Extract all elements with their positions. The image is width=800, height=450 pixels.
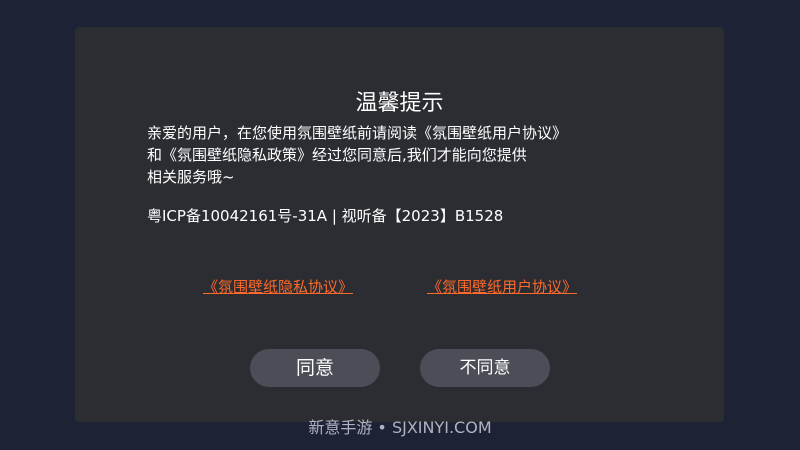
privacy-agreement-link[interactable]: 《氛围壁纸隐私协议》 xyxy=(203,276,353,298)
user-agreement-link[interactable]: 《氛围壁纸用户协议》 xyxy=(427,276,577,298)
watermark-text: 新意手游 • SJXINYI.COM xyxy=(308,418,492,437)
notice-line: 相关服务哦~ xyxy=(147,168,235,186)
notice-text: 亲爱的用户，在您使用氛围壁纸前请阅读《氛围壁纸用户协议》 和《氛围壁纸隐私政策》… xyxy=(147,122,657,188)
dialog-title: 温馨提示 xyxy=(355,91,444,116)
icp-record-text: 粤ICP备10042161号-31A | 视听备【2023】B1528 xyxy=(147,207,504,225)
agree-button[interactable]: 同意 xyxy=(250,349,380,387)
notice-line: 和《氛围壁纸隐私政策》经过您同意后,我们才能向您提供 xyxy=(147,146,527,164)
privacy-dialog: 温馨提示 亲爱的用户，在您使用氛围壁纸前请阅读《氛围壁纸用户协议》 和《氛围壁纸… xyxy=(75,27,724,422)
notice-line: 亲爱的用户，在您使用氛围壁纸前请阅读《氛围壁纸用户协议》 xyxy=(147,124,568,142)
app-screen: 温馨提示 亲爱的用户，在您使用氛围壁纸前请阅读《氛围壁纸用户协议》 和《氛围壁纸… xyxy=(0,0,800,450)
disagree-button[interactable]: 不同意 xyxy=(420,349,550,387)
